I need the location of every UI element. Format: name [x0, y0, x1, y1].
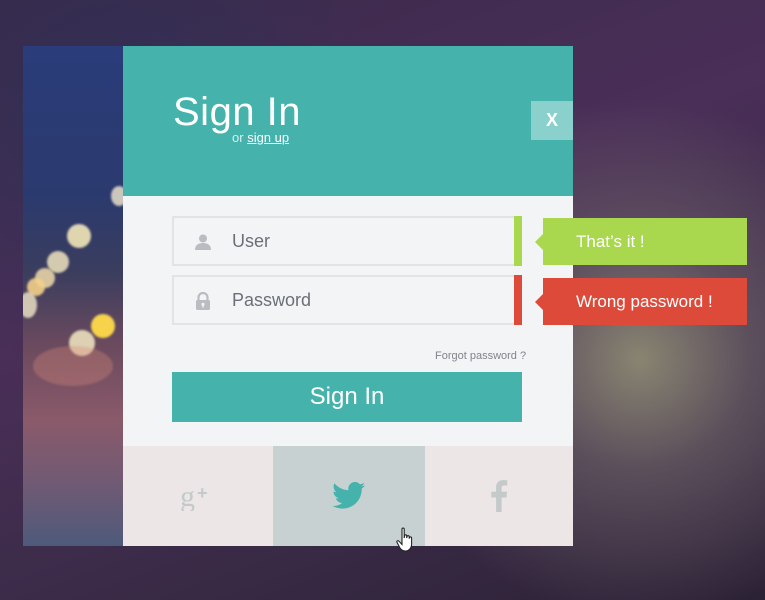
svg-text:g: g [180, 481, 195, 511]
close-icon: X [545, 110, 558, 130]
card-header: Sign In or sign up X [123, 46, 573, 196]
password-error-tooltip: Wrong password ! [535, 278, 747, 325]
hand-cursor-icon [396, 527, 413, 552]
subtitle-prefix: or [232, 130, 244, 145]
social-login-bar: g + [123, 446, 573, 546]
user-icon [195, 234, 211, 250]
twitter-icon [332, 482, 366, 509]
facebook-button[interactable] [425, 446, 573, 546]
close-button[interactable]: X [531, 101, 573, 140]
tooltip-arrow [535, 234, 543, 250]
password-field[interactable] [172, 275, 522, 325]
user-input[interactable] [232, 218, 502, 264]
password-error-message: Wrong password ! [576, 291, 713, 311]
svg-text:+: + [197, 483, 208, 503]
user-valid-indicator [514, 216, 522, 266]
forgot-password-link[interactable]: Forgot password ? [435, 350, 526, 362]
page-title: Sign In [173, 90, 302, 134]
sign-in-button[interactable]: Sign In [172, 372, 522, 422]
user-field[interactable] [172, 216, 522, 266]
google-plus-icon: g + [180, 481, 208, 511]
tooltip-arrow [535, 294, 543, 310]
sign-in-card: Sign In or sign up X Forgot password ? S… [123, 46, 573, 546]
user-valid-message: That’s it ! [576, 231, 645, 251]
facebook-icon [491, 480, 508, 512]
password-input[interactable] [232, 277, 502, 323]
google-plus-button[interactable]: g + [123, 446, 273, 546]
password-error-indicator [514, 275, 522, 325]
user-valid-tooltip: That’s it ! [535, 218, 747, 265]
background-photo [23, 46, 123, 546]
lock-icon [196, 292, 210, 310]
sign-up-link[interactable]: sign up [247, 130, 289, 145]
subtitle: or sign up [232, 130, 289, 145]
sign-in-button-label: Sign In [309, 383, 385, 410]
